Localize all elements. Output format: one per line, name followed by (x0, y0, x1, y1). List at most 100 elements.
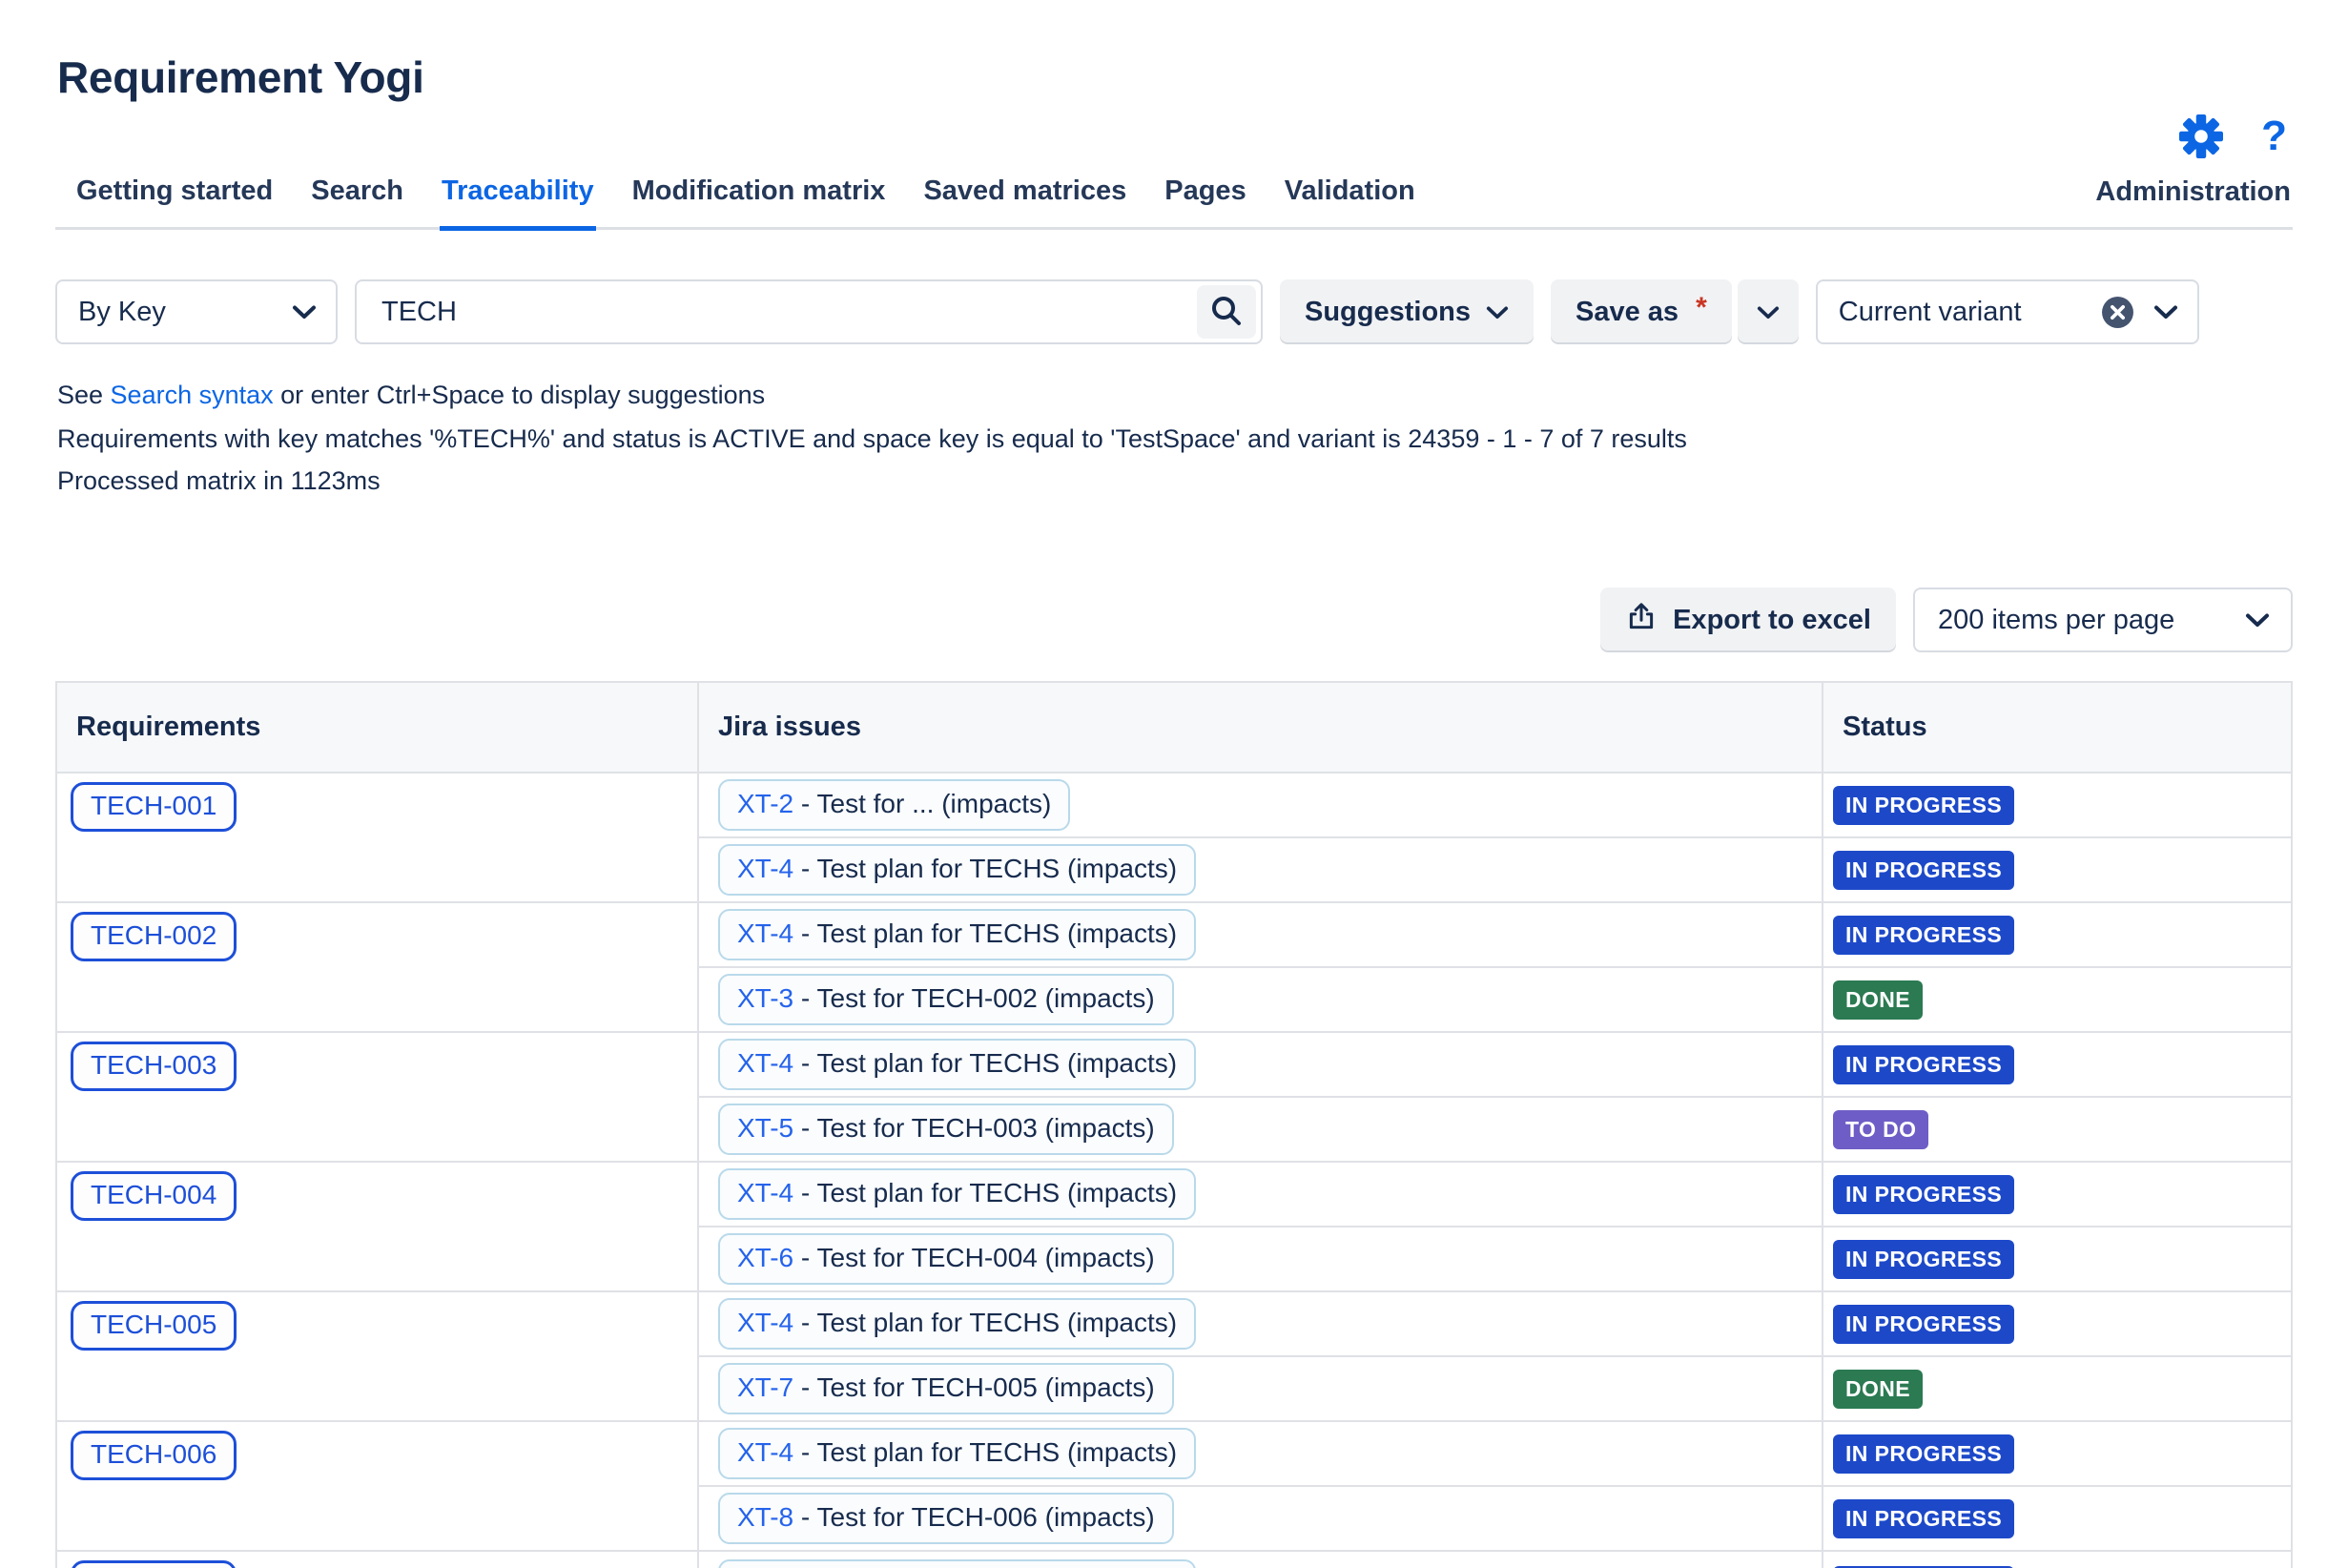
tab-administration[interactable]: Administration (2093, 176, 2293, 227)
jira-issue-pill[interactable]: XT-3 - Test for TECH-002 (impacts) (718, 974, 1174, 1025)
status-cell: IN PROGRESS (1822, 901, 2293, 968)
tab-modification-matrix[interactable]: Modification matrix (630, 175, 888, 231)
status-badge: DONE (1833, 1369, 1924, 1409)
status-cell: IN PROGRESS (1822, 772, 2293, 838)
jira-issue-pill[interactable]: XT-4 - Test plan for TECHS (impacts) (718, 909, 1197, 960)
tab-pages[interactable]: Pages (1163, 175, 1247, 231)
requirement-cell: TECH-007 (55, 1550, 699, 1568)
requirement-pill[interactable]: TECH-002 (71, 912, 237, 961)
jira-issue-pill[interactable]: XT-4 - Test plan for TECHS (impacts) (718, 1039, 1197, 1090)
tab-search[interactable]: Search (309, 175, 405, 231)
save-as-button[interactable]: Save as * (1551, 279, 1732, 344)
jira-issue-pill[interactable]: XT-4 - Test plan for TECHS (impacts) (718, 844, 1197, 896)
export-label: Export to excel (1673, 604, 1871, 635)
traceability-table: Requirements Jira issues Status TECH-001… (55, 681, 2293, 1568)
jira-issue-cell: XT-4 - Test plan for TECHS (impacts) (697, 1031, 1823, 1098)
tab-validation[interactable]: Validation (1283, 175, 1417, 231)
status-cell: TO DO (1822, 1096, 2293, 1163)
search-icon (1208, 293, 1245, 332)
help-icon[interactable]: ? (2261, 115, 2287, 157)
tab-saved-matrices[interactable]: Saved matrices (921, 175, 1128, 231)
table-row: TECH-001 XT-2 - Test for ... (impacts) IN … (55, 772, 2293, 903)
status-badge: DONE (1833, 980, 1924, 1020)
status-badge: IN PROGRESS (1833, 915, 2015, 955)
status-cell: DONE (1822, 1355, 2293, 1422)
status-cell: IN PROGRESS (1822, 1226, 2293, 1292)
jira-issue-cell: XT-8 - Test for TECH-006 (impacts) (697, 1485, 1823, 1552)
status-cell: IN PROGRESS (1822, 1550, 2293, 1568)
column-header-requirements: Requirements (55, 681, 699, 774)
jira-issue-key-link[interactable]: XT-7 (737, 1372, 793, 1402)
requirement-pill[interactable]: TECH-006 (71, 1431, 237, 1480)
status-cell: IN PROGRESS (1822, 1290, 2293, 1357)
status-cell: DONE (1822, 966, 2293, 1033)
settings-gear-icon[interactable] (2179, 114, 2224, 158)
jira-issue-key-link[interactable]: XT-4 (737, 1308, 793, 1337)
search-input-wrapper (355, 279, 1263, 344)
jira-issue-key-link[interactable]: XT-2 (737, 789, 793, 818)
requirement-pill[interactable]: TECH-001 (71, 782, 237, 832)
hint-suffix: or enter Ctrl+Space to display suggestio… (273, 381, 766, 409)
jira-issue-key-link[interactable]: XT-4 (737, 854, 793, 883)
search-button[interactable] (1197, 285, 1256, 339)
page-size-select[interactable]: 200 items per page (1913, 588, 2293, 652)
jira-issue-pill[interactable]: XT-4 - Test plan for TECHS (impacts) (718, 1559, 1197, 1568)
jira-issue-key-link[interactable]: XT-4 (737, 1178, 793, 1207)
jira-issue-cell: XT-4 - Test plan for TECHS (impacts) (697, 1550, 1823, 1568)
jira-issue-key-link[interactable]: XT-4 (737, 1437, 793, 1467)
requirement-yogi-page: ? Requirement Yogi Getting started Search… (0, 0, 2348, 1568)
requirement-cell: TECH-001 (55, 772, 699, 903)
jira-issue-key-link[interactable]: XT-5 (737, 1113, 793, 1143)
search-syntax-link[interactable]: Search syntax (111, 381, 274, 409)
requirement-pill[interactable]: TECH-007 (71, 1560, 237, 1568)
export-to-excel-button[interactable]: Export to excel (1600, 588, 1896, 652)
search-input[interactable] (380, 295, 1181, 329)
status-cell: IN PROGRESS (1822, 1031, 2293, 1098)
jira-issue-key-link[interactable]: XT-3 (737, 983, 793, 1013)
save-as-menu-button[interactable] (1737, 279, 1799, 344)
jira-issue-key-link[interactable]: XT-4 (737, 918, 793, 948)
jira-issue-pill[interactable]: XT-6 - Test for TECH-004 (impacts) (718, 1233, 1174, 1285)
tab-bar: Getting started Search Traceability Modific… (55, 175, 2293, 231)
traceability-table-body: TECH-001 XT-2 - Test for ... (impacts) IN … (55, 772, 2293, 1568)
jira-issue-key-link[interactable]: XT-4 (737, 1048, 793, 1078)
jira-issue-pill[interactable]: XT-4 - Test plan for TECHS (impacts) (718, 1168, 1197, 1220)
tab-traceability[interactable]: Traceability (439, 175, 596, 231)
tab-getting-started[interactable]: Getting started (74, 175, 275, 231)
result-summary: Requirements with key matches '%TECH%' a… (57, 424, 1687, 453)
variant-select[interactable]: Current variant (1815, 279, 2199, 344)
column-header-jira-issues: Jira issues (697, 681, 1823, 774)
page-size-value: 200 items per page (1938, 604, 2175, 635)
status-badge: IN PROGRESS (1833, 1044, 2015, 1084)
jira-issue-pill[interactable]: XT-5 - Test for TECH-003 (impacts) (718, 1104, 1174, 1155)
status-badge: IN PROGRESS (1833, 850, 2015, 890)
jira-issue-cell: XT-4 - Test plan for TECHS (impacts) (697, 1420, 1823, 1487)
requirement-pill[interactable]: TECH-003 (71, 1042, 237, 1091)
suggestions-button[interactable]: Suggestions (1280, 279, 1534, 344)
status-badge: IN PROGRESS (1833, 1434, 2015, 1474)
save-as-label: Save as (1576, 296, 1679, 327)
chevron-down-icon (2245, 605, 2270, 636)
jira-issue-pill[interactable]: XT-8 - Test for TECH-006 (impacts) (718, 1493, 1174, 1544)
jira-issue-key-link[interactable]: XT-8 (737, 1502, 793, 1532)
requirement-pill[interactable]: TECH-005 (71, 1301, 237, 1351)
chevron-down-icon (1757, 297, 1780, 328)
table-row: TECH-002 XT-4 - Test plan for TECHS (impa… (55, 901, 2293, 1033)
status-cell: IN PROGRESS (1822, 1485, 2293, 1552)
jira-issue-key-link[interactable]: XT-6 (737, 1243, 793, 1272)
clear-variant-icon[interactable] (2101, 296, 2134, 329)
export-icon (1625, 600, 1658, 640)
table-row: TECH-007 XT-4 - Test plan for TECHS (impa… (55, 1550, 2293, 1568)
jira-issue-pill[interactable]: XT-4 - Test plan for TECHS (impacts) (718, 1428, 1197, 1479)
search-scope-select[interactable]: By Key (55, 279, 338, 344)
jira-issue-cell: XT-4 - Test plan for TECHS (impacts) (697, 1161, 1823, 1228)
jira-issue-cell: XT-4 - Test plan for TECHS (impacts) (697, 901, 1823, 968)
column-header-status: Status (1822, 681, 2293, 774)
jira-issue-pill[interactable]: XT-4 - Test plan for TECHS (impacts) (718, 1298, 1197, 1350)
jira-issue-pill[interactable]: XT-7 - Test for TECH-005 (impacts) (718, 1363, 1174, 1414)
requirement-pill[interactable]: TECH-004 (71, 1171, 237, 1221)
chevron-down-icon (2153, 297, 2178, 328)
status-badge: IN PROGRESS (1833, 1239, 2015, 1279)
jira-issue-pill[interactable]: XT-2 - Test for ... (impacts) (718, 779, 1071, 831)
search-hint: See Search syntax or enter Ctrl+Space to… (57, 381, 2293, 410)
